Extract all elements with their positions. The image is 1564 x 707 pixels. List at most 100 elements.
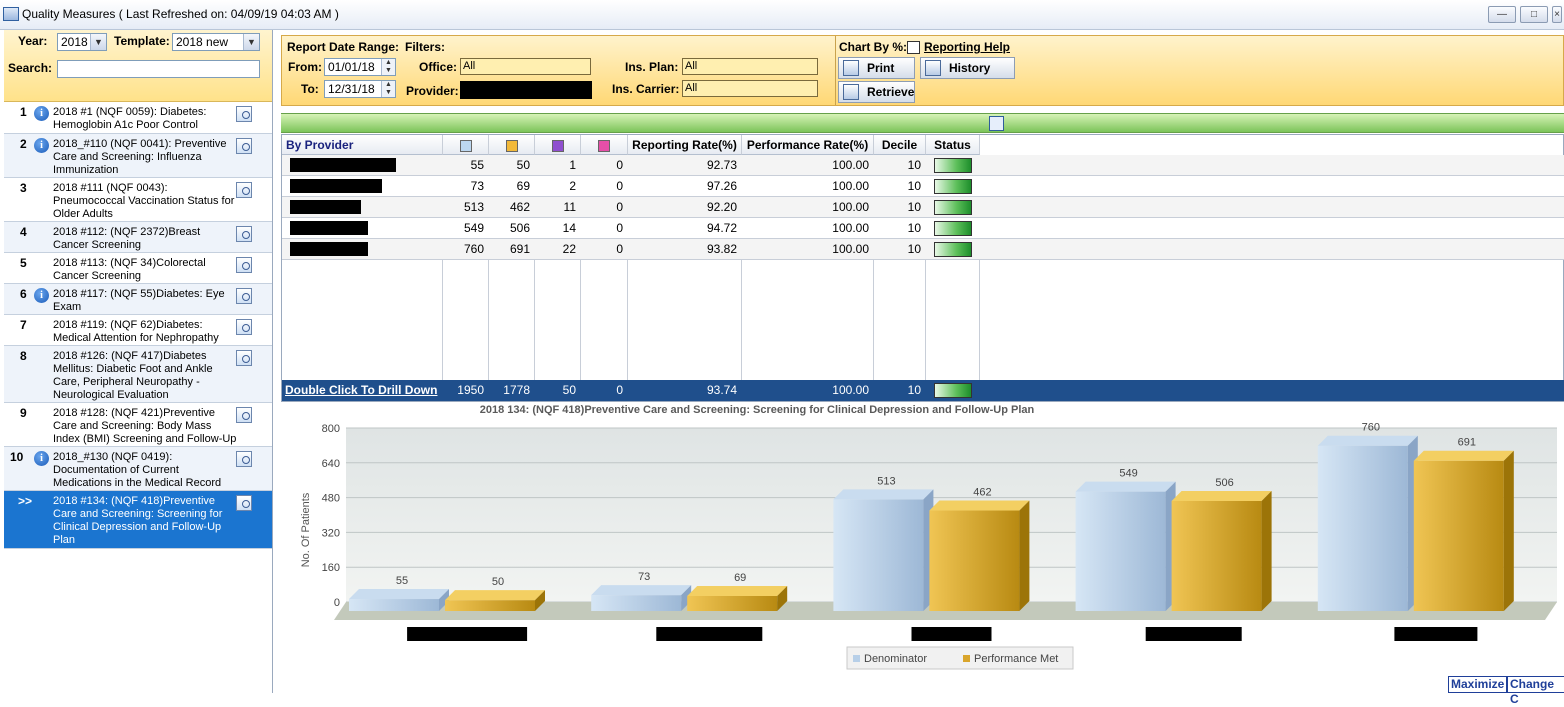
to-date-field[interactable]: 12/31/18 ▲ ▼: [324, 80, 396, 98]
report-icon[interactable]: [236, 495, 252, 511]
collapse-grid-icon[interactable]: [989, 116, 1004, 131]
table-row[interactable]: 760 691 22 0 93.82 100.00 10: [282, 239, 1564, 260]
data-label: 691: [1458, 437, 1476, 449]
office-field[interactable]: All: [460, 58, 591, 75]
chart-by-label: Chart By %:: [839, 40, 908, 54]
report-icon[interactable]: [236, 226, 252, 242]
table-row[interactable]: 55 50 1 0 92.73 100.00 10: [282, 155, 1564, 176]
cell-rr: 92.73: [706, 158, 737, 172]
measure-item-6[interactable]: 6 i 2018 #117: (NQF 55)Diabetes: Eye Exa…: [4, 284, 272, 315]
maximize-button[interactable]: Maximize: [1448, 676, 1508, 693]
year-select[interactable]: 2018 ▼: [57, 33, 107, 51]
table-row[interactable]: 73 69 2 0 97.26 100.00 10: [282, 176, 1564, 197]
header-decile[interactable]: Decile: [874, 135, 926, 155]
y-tick-label: 320: [322, 527, 340, 539]
ins-plan-field[interactable]: All: [682, 58, 818, 75]
reporting-help-link[interactable]: Reporting Help: [924, 40, 1010, 54]
header-by-provider[interactable]: By Provider: [282, 135, 443, 155]
measure-title: 2018 #1 (NQF 0059): Diabetes: Hemoglobin…: [53, 106, 207, 131]
header-exclusion[interactable]: [535, 135, 581, 155]
measure-item-10[interactable]: 10 i 2018_#130 (NQF 0419): Documentation…: [4, 447, 272, 491]
report-icon[interactable]: [236, 138, 252, 154]
report-icon[interactable]: [236, 106, 252, 122]
measure-item-5[interactable]: 5 2018 #113: (NQF 34)Colorectal Cancer S…: [4, 253, 272, 284]
table-row[interactable]: 549 506 14 0 94.72 100.00 10: [282, 218, 1564, 239]
cell-c3: 1: [569, 158, 576, 172]
measure-item-8[interactable]: 8 2018 #126: (NQF 417)Diabetes Mellitus:…: [4, 346, 272, 403]
close-button[interactable]: ×: [1552, 6, 1562, 23]
minimize-button[interactable]: —: [1488, 6, 1516, 23]
info-icon[interactable]: i: [34, 138, 49, 153]
cell-c2: 506: [509, 221, 530, 235]
chart-by-percent-checkbox[interactable]: [907, 41, 920, 54]
measure-item-1[interactable]: 1 i 2018 #1 (NQF 0059): Diabetes: Hemogl…: [4, 102, 272, 134]
spinner-icon[interactable]: ▲ ▼: [381, 81, 395, 97]
total-row[interactable]: Double Click To Drill Down 1950 1778 50 …: [282, 380, 1564, 401]
chevron-down-icon[interactable]: ▼: [243, 34, 259, 50]
report-icon[interactable]: [236, 288, 252, 304]
total-performance-rate: 100.00: [832, 383, 869, 397]
measure-number: 1: [20, 105, 27, 119]
history-button[interactable]: History: [920, 57, 1015, 79]
report-icon[interactable]: [236, 182, 252, 198]
provider-name-redacted: [290, 200, 361, 214]
template-select[interactable]: 2018 new ▼: [172, 33, 260, 51]
provider-label: Provider:: [406, 84, 459, 98]
header-exception[interactable]: [581, 135, 628, 155]
info-icon[interactable]: i: [34, 451, 49, 466]
total-decile: 10: [907, 383, 921, 397]
change-button[interactable]: Change C: [1507, 676, 1564, 706]
legend-swatch-performance-met: [505, 139, 518, 152]
provider-name-redacted: [290, 158, 396, 172]
header-status[interactable]: Status: [926, 135, 980, 155]
report-icon[interactable]: [236, 407, 252, 423]
print-button[interactable]: Print: [838, 57, 915, 79]
y-tick-label: 800: [322, 423, 340, 435]
bar-top: [349, 589, 449, 600]
cell-pr: 100.00: [832, 200, 869, 214]
bar-side: [1261, 490, 1272, 611]
restore-button[interactable]: □: [1520, 6, 1548, 23]
report-icon[interactable]: [236, 451, 252, 467]
search-label: Search:: [8, 61, 53, 75]
data-label: 55: [396, 575, 408, 587]
search-input[interactable]: [57, 60, 260, 78]
report-icon[interactable]: [236, 257, 252, 273]
chevron-down-icon[interactable]: ▼: [90, 34, 106, 50]
header-reporting-rate[interactable]: Reporting Rate(%): [628, 135, 742, 155]
spinner-icon[interactable]: ▲ ▼: [381, 59, 395, 75]
y-tick-label: 640: [322, 458, 340, 470]
measure-item-7[interactable]: 7 2018 #119: (NQF 62)Diabetes: Medical A…: [4, 315, 272, 346]
ins-carrier-field[interactable]: All: [682, 80, 818, 97]
header-performance-met[interactable]: [489, 135, 535, 155]
data-label: 69: [734, 572, 746, 584]
title-bar: Quality Measures ( Last Refreshed on: 04…: [0, 0, 1564, 30]
measure-item-3[interactable]: 3 2018 #111 (NQF 0043): Pneumococcal Vac…: [4, 178, 272, 222]
ins-plan-label: Ins. Plan:: [625, 60, 679, 74]
print-label: Print: [867, 61, 895, 75]
provider-name-redacted: [290, 242, 368, 256]
drill-down-link[interactable]: Double Click To Drill Down: [285, 380, 437, 401]
provider-field[interactable]: [460, 81, 592, 99]
legend-swatch: [963, 655, 970, 662]
cell-c2: 69: [516, 179, 530, 193]
measure-item-2[interactable]: 2 i 2018_#110 (NQF 0041): Preventive Car…: [4, 134, 272, 178]
report-icon[interactable]: [236, 350, 252, 366]
info-icon[interactable]: i: [34, 288, 49, 303]
status-indicator: [934, 200, 972, 215]
retrieve-button[interactable]: Retrieve: [838, 81, 915, 103]
measure-number: 7: [20, 318, 27, 332]
info-icon[interactable]: i: [34, 106, 49, 121]
bar-denominator: [349, 599, 439, 611]
legend-label: Denominator: [864, 653, 927, 665]
header-denominator[interactable]: [443, 135, 489, 155]
measure-item-4[interactable]: 4 2018 #112: (NQF 2372)Breast Cancer Scr…: [4, 222, 272, 253]
from-date-field[interactable]: 01/01/18 ▲ ▼: [324, 58, 396, 76]
table-row[interactable]: 513 462 11 0 92.20 100.00 10: [282, 197, 1564, 218]
header-performance-rate[interactable]: Performance Rate(%): [742, 135, 874, 155]
cell-decile: 10: [907, 179, 921, 193]
report-icon[interactable]: [236, 319, 252, 335]
measure-item-11-selected[interactable]: >> 2018 #134: (NQF 418)Preventive Care a…: [4, 491, 272, 549]
to-date-value: 12/31/18: [328, 82, 375, 96]
measure-item-9[interactable]: 9 2018 #128: (NQF 421)Preventive Care an…: [4, 403, 272, 458]
